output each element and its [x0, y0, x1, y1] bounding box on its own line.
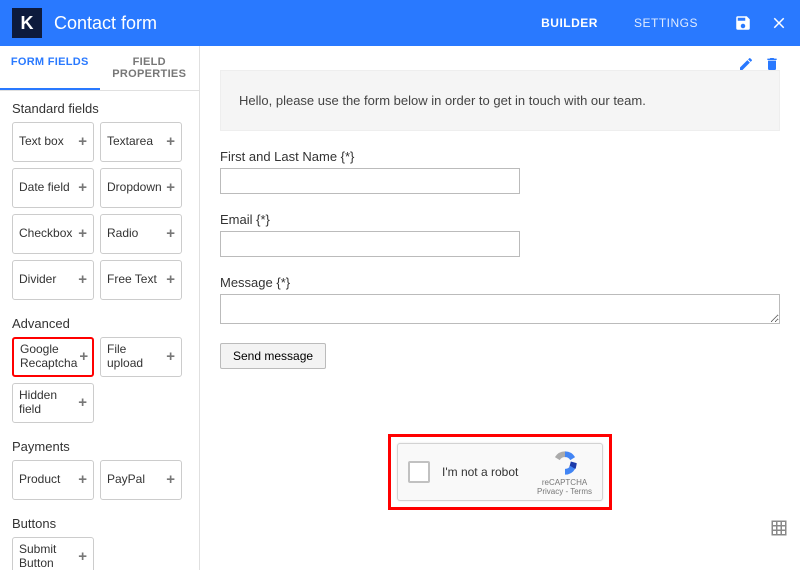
plus-icon: +: [164, 348, 175, 365]
plus-icon: +: [76, 133, 87, 150]
field-product[interactable]: Product+: [12, 460, 94, 500]
message-label: Message {*}: [220, 275, 780, 290]
field-checkbox[interactable]: Checkbox+: [12, 214, 94, 254]
plus-icon: +: [77, 348, 88, 365]
message-textarea[interactable]: [220, 294, 780, 324]
email-label: Email {*}: [220, 212, 780, 227]
recaptcha-logo-icon: [551, 449, 579, 477]
tab-settings[interactable]: SETTINGS: [634, 16, 698, 30]
recaptcha-checkbox[interactable]: [408, 461, 430, 483]
intro-text: Hello, please use the form below in orde…: [239, 93, 646, 108]
recaptcha-links[interactable]: Privacy - Terms: [537, 487, 592, 496]
email-input[interactable]: [220, 231, 520, 257]
plus-icon: +: [164, 471, 175, 488]
field-textarea[interactable]: Textarea+: [100, 122, 182, 162]
plus-icon: +: [76, 548, 87, 565]
field-free-text[interactable]: Free Text+: [100, 260, 182, 300]
field-google-recaptcha[interactable]: Google Recaptcha+: [12, 337, 94, 377]
name-label: First and Last Name {*}: [220, 149, 780, 164]
tab-field-properties[interactable]: FIELD PROPERTIES: [100, 46, 200, 90]
recaptcha-brand: reCAPTCHA: [537, 478, 592, 487]
grid-toggle-icon[interactable]: [770, 519, 788, 540]
field-dropdown[interactable]: Dropdown+: [100, 168, 182, 208]
page-title: Contact form: [54, 13, 157, 34]
app-logo: K: [12, 8, 42, 38]
plus-icon: +: [164, 179, 175, 196]
section-standard-fields: Standard fields: [0, 91, 199, 122]
plus-icon: +: [164, 271, 175, 288]
plus-icon: +: [164, 225, 175, 242]
form-canvas: Hello, please use the form below in orde…: [200, 46, 800, 570]
tab-form-fields[interactable]: FORM FIELDS: [0, 46, 100, 90]
field-date-field[interactable]: Date field+: [12, 168, 94, 208]
field-divider[interactable]: Divider+: [12, 260, 94, 300]
recaptcha-label: I'm not a robot: [442, 465, 537, 479]
tab-builder[interactable]: BUILDER: [541, 16, 598, 30]
send-message-button[interactable]: Send message: [220, 343, 326, 369]
field-hidden-field[interactable]: Hidden field+: [12, 383, 94, 423]
field-text-box[interactable]: Text box+: [12, 122, 94, 162]
name-input[interactable]: [220, 168, 520, 194]
field-file-upload[interactable]: File upload+: [100, 337, 182, 377]
plus-icon: +: [164, 133, 175, 150]
sidebar: FORM FIELDS FIELD PROPERTIES Standard fi…: [0, 46, 200, 570]
section-advanced: Advanced: [0, 306, 199, 337]
field-paypal[interactable]: PayPal+: [100, 460, 182, 500]
plus-icon: +: [76, 271, 87, 288]
plus-icon: +: [76, 179, 87, 196]
intro-text-block[interactable]: Hello, please use the form below in orde…: [220, 70, 780, 131]
field-submit-button[interactable]: Submit Button+: [12, 537, 94, 570]
plus-icon: +: [76, 471, 87, 488]
app-header: K Contact form BUILDER SETTINGS: [0, 0, 800, 46]
recaptcha-highlight: I'm not a robot reCAPTCHA Privacy - Term…: [388, 434, 612, 510]
plus-icon: +: [76, 394, 87, 411]
recaptcha-widget[interactable]: I'm not a robot reCAPTCHA Privacy - Term…: [397, 443, 603, 501]
plus-icon: +: [76, 225, 87, 242]
section-buttons: Buttons: [0, 506, 199, 537]
field-radio[interactable]: Radio+: [100, 214, 182, 254]
close-icon[interactable]: [770, 14, 788, 32]
section-payments: Payments: [0, 429, 199, 460]
save-icon[interactable]: [734, 14, 752, 32]
